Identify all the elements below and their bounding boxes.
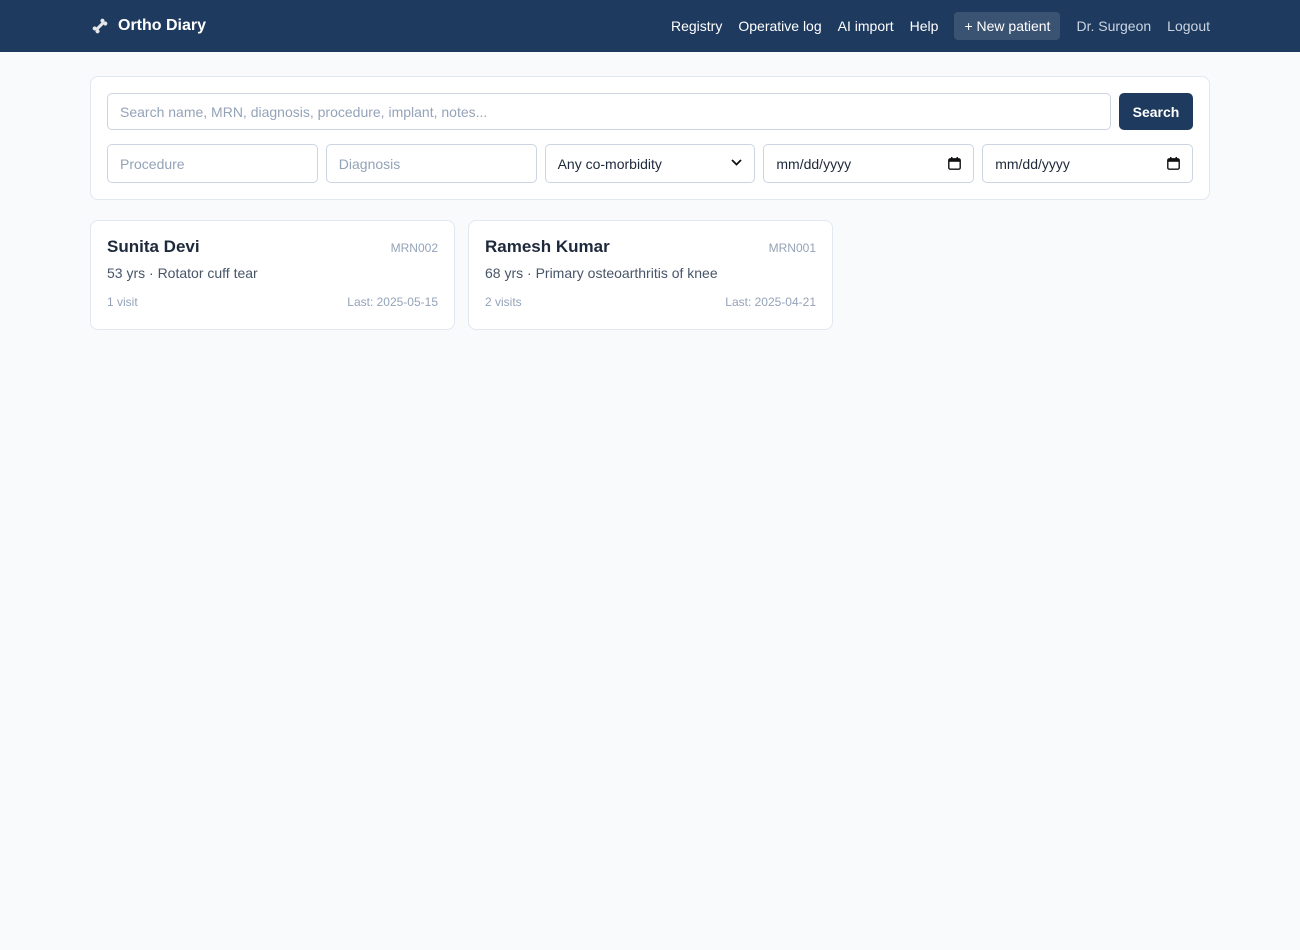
diagnosis-filter-input[interactable]	[325, 144, 537, 183]
calendar-icon[interactable]	[1167, 157, 1180, 170]
date-to-value: mm/dd/yyyy	[995, 155, 1070, 172]
procedure-filter-input[interactable]	[107, 144, 318, 183]
comorbidity-select[interactable]: Any co-morbidity	[544, 144, 756, 183]
bone-icon	[90, 16, 110, 36]
search-row: Search	[107, 93, 1193, 130]
card-header: Ramesh Kumar MRN001	[485, 237, 816, 257]
card-footer: 2 visits Last: 2025-04-21	[485, 295, 816, 309]
nav-operative-log[interactable]: Operative log	[738, 18, 821, 34]
card-footer: 1 visit Last: 2025-05-15	[107, 295, 438, 309]
search-input[interactable]	[107, 93, 1111, 130]
date-from-value: mm/dd/yyyy	[776, 155, 852, 172]
brand[interactable]: Ortho Diary	[90, 16, 206, 36]
user-name[interactable]: Dr. Surgeon	[1076, 18, 1151, 34]
search-button[interactable]: Search	[1119, 93, 1193, 130]
patient-name: Sunita Devi	[107, 237, 200, 256]
patient-name: Ramesh Kumar	[485, 237, 610, 256]
patient-card-list: Sunita Devi MRN002 53 yrs · Rotator cuff…	[90, 220, 833, 330]
search-panel: Search Any co-morbidity mm/dd/yyyy mm/dd…	[90, 76, 1210, 200]
date-from-input[interactable]: mm/dd/yyyy	[763, 144, 975, 183]
nav-registry[interactable]: Registry	[671, 18, 722, 34]
main-nav: Registry Operative log AI import Help + …	[671, 12, 1210, 40]
last-visit: Last: 2025-04-21	[725, 295, 816, 309]
patient-mrn: MRN001	[768, 241, 816, 255]
chevron-down-icon	[731, 158, 743, 169]
nav-ai-import[interactable]: AI import	[838, 18, 894, 34]
nav-help[interactable]: Help	[910, 18, 939, 34]
card-header: Sunita Devi MRN002	[107, 237, 438, 257]
filter-row: Any co-morbidity mm/dd/yyyy mm/dd/yyyy	[107, 144, 1193, 183]
comorbidity-selected-value: Any co-morbidity	[557, 155, 662, 172]
patient-card[interactable]: Ramesh Kumar MRN001 68 yrs · Primary ost…	[468, 220, 833, 330]
new-patient-button[interactable]: + New patient	[954, 12, 1061, 40]
date-to-input[interactable]: mm/dd/yyyy	[982, 144, 1193, 183]
logout-link[interactable]: Logout	[1167, 18, 1210, 34]
visit-count: 1 visit	[107, 295, 138, 309]
patient-card[interactable]: Sunita Devi MRN002 53 yrs · Rotator cuff…	[90, 220, 455, 330]
visit-count: 2 visits	[485, 295, 522, 309]
patient-summary: 68 yrs · Primary osteoarthritis of knee	[485, 265, 718, 281]
brand-title: Ortho Diary	[118, 17, 207, 34]
top-navbar: Ortho Diary Registry Operative log AI im…	[0, 0, 1300, 52]
last-visit: Last: 2025-05-15	[347, 295, 438, 309]
calendar-icon[interactable]	[948, 157, 962, 170]
patient-summary: 53 yrs · Rotator cuff tear	[107, 265, 258, 281]
patient-mrn: MRN002	[390, 241, 438, 255]
